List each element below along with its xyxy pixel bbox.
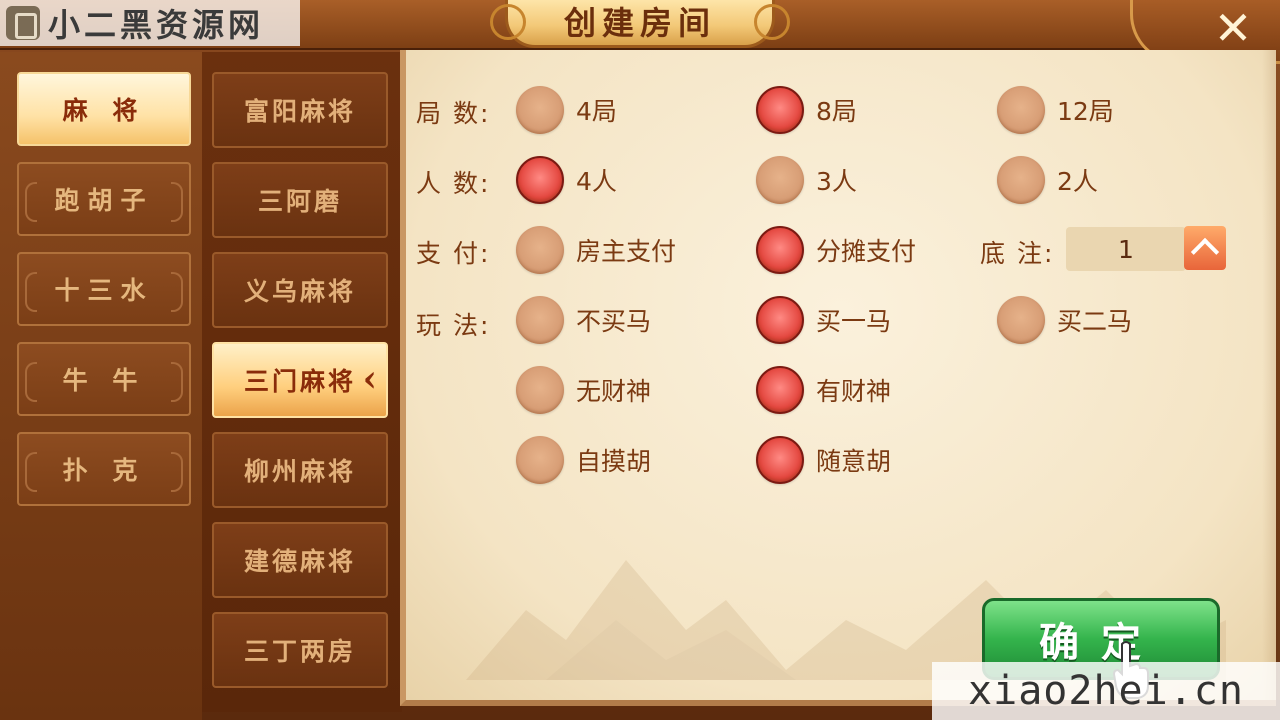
play-option-with-wild[interactable]: 有财神 <box>756 366 891 414</box>
radio-icon <box>516 86 564 134</box>
radio-icon <box>997 156 1045 204</box>
option-label: 房主支付 <box>576 237 677 266</box>
stake-increase-button[interactable] <box>1184 226 1226 270</box>
radio-selected-icon <box>756 86 804 134</box>
option-label: 无财神 <box>576 377 652 406</box>
category-shisanshui[interactable]: 十三水 <box>17 252 191 326</box>
play-option-self-draw[interactable]: 自摸胡 <box>516 436 651 484</box>
radio-icon <box>516 226 564 274</box>
watermark-top-text: 小二黑资源网 <box>48 6 265 44</box>
page-title: 创建房间 <box>563 3 716 42</box>
rounds-option-4[interactable]: 4局 <box>516 86 617 134</box>
game-item-sanamo[interactable]: 三阿磨 <box>212 162 388 238</box>
payment-label: 支 付: <box>416 239 491 268</box>
watermark-top: 小二黑资源网 <box>0 0 300 46</box>
option-label: 买一马 <box>816 307 892 336</box>
play-option-one-horse[interactable]: 买一马 <box>756 296 891 344</box>
game-label: 三门麻将 <box>243 367 356 396</box>
game-label: 柳州麻将 <box>243 457 356 486</box>
option-label: 3人 <box>816 167 857 196</box>
radio-selected-icon <box>756 296 804 344</box>
players-option-2[interactable]: 2人 <box>997 156 1098 204</box>
radio-icon <box>756 156 804 204</box>
radio-icon <box>516 436 564 484</box>
option-label: 随意胡 <box>816 447 892 476</box>
game-label: 义乌麻将 <box>243 277 356 306</box>
rounds-option-8[interactable]: 8局 <box>756 86 857 134</box>
category-niuniu[interactable]: 牛 牛 <box>17 342 191 416</box>
option-label: 不买马 <box>576 307 652 336</box>
radio-icon <box>516 366 564 414</box>
close-button[interactable]: ✕ <box>1208 1 1258 55</box>
players-option-4[interactable]: 4人 <box>516 156 617 204</box>
game-item-yiwu[interactable]: 义乌麻将 <box>212 252 388 328</box>
play-option-two-horse[interactable]: 买二马 <box>997 296 1132 344</box>
rounds-label: 局 数: <box>416 99 491 128</box>
category-paohuzi[interactable]: 跑胡子 <box>17 162 191 236</box>
option-label: 12局 <box>1057 97 1114 126</box>
play-option-no-horse[interactable]: 不买马 <box>516 296 651 344</box>
category-label: 麻 将 <box>62 96 146 125</box>
play-rules-label: 玩 法: <box>416 311 491 340</box>
game-label: 建德麻将 <box>243 547 356 576</box>
category-label: 扑 克 <box>62 456 146 485</box>
payment-option-split[interactable]: 分摊支付 <box>756 226 916 274</box>
game-label: 富阳麻将 <box>243 97 356 126</box>
radio-icon <box>997 296 1045 344</box>
play-option-no-wild[interactable]: 无财神 <box>516 366 651 414</box>
stake-label: 底 注: <box>980 239 1055 268</box>
option-label: 分摊支付 <box>816 237 917 266</box>
play-option-any-win[interactable]: 随意胡 <box>756 436 891 484</box>
category-label: 牛 牛 <box>62 366 146 395</box>
radio-selected-icon <box>756 226 804 274</box>
game-item-fuyang[interactable]: 富阳麻将 <box>212 72 388 148</box>
option-label: 8局 <box>816 97 857 126</box>
players-option-3[interactable]: 3人 <box>756 156 857 204</box>
category-sidebar: 麻 将 跑胡子 十三水 牛 牛 扑 克 <box>0 52 202 720</box>
category-label: 跑胡子 <box>54 186 154 215</box>
option-label: 有财神 <box>816 377 892 406</box>
radio-selected-icon <box>756 436 804 484</box>
option-label: 4局 <box>576 97 617 126</box>
game-item-sanmen[interactable]: 三门麻将 <box>212 342 388 418</box>
payment-option-owner[interactable]: 房主支付 <box>516 226 676 274</box>
close-icon: ✕ <box>1213 1 1253 55</box>
stake-value: 1 <box>1066 227 1186 271</box>
game-list: 富阳麻将 三阿磨 义乌麻将 三门麻将 柳州麻将 建德麻将 三丁两房 <box>202 52 402 712</box>
option-label: 自摸胡 <box>576 447 652 476</box>
players-label: 人 数: <box>416 169 491 198</box>
category-label: 十三水 <box>54 276 154 305</box>
game-item-jiande[interactable]: 建德麻将 <box>212 522 388 598</box>
game-item-liuzhou[interactable]: 柳州麻将 <box>212 432 388 508</box>
title-plate: 创建房间 <box>490 0 790 48</box>
game-label: 三阿磨 <box>257 187 342 216</box>
game-stage: 小二黑资源网 创建房间 ✕ 麻 将 跑胡子 十三水 牛 牛 扑 克 富阳麻将 三… <box>0 0 1280 720</box>
category-mahjong[interactable]: 麻 将 <box>17 72 191 146</box>
watermark-logo-icon <box>6 6 40 40</box>
radio-selected-icon <box>756 366 804 414</box>
option-label: 2人 <box>1057 167 1098 196</box>
category-poker[interactable]: 扑 克 <box>17 432 191 506</box>
option-label: 买二马 <box>1057 307 1133 336</box>
watermark-bottom: xiao2hei.cn <box>932 662 1280 720</box>
radio-icon <box>516 296 564 344</box>
radio-icon <box>997 86 1045 134</box>
rounds-option-12[interactable]: 12局 <box>997 86 1114 134</box>
radio-selected-icon <box>516 156 564 204</box>
option-label: 4人 <box>576 167 617 196</box>
game-item-sandingliangfang[interactable]: 三丁两房 <box>212 612 388 688</box>
game-label: 三丁两房 <box>243 637 356 666</box>
